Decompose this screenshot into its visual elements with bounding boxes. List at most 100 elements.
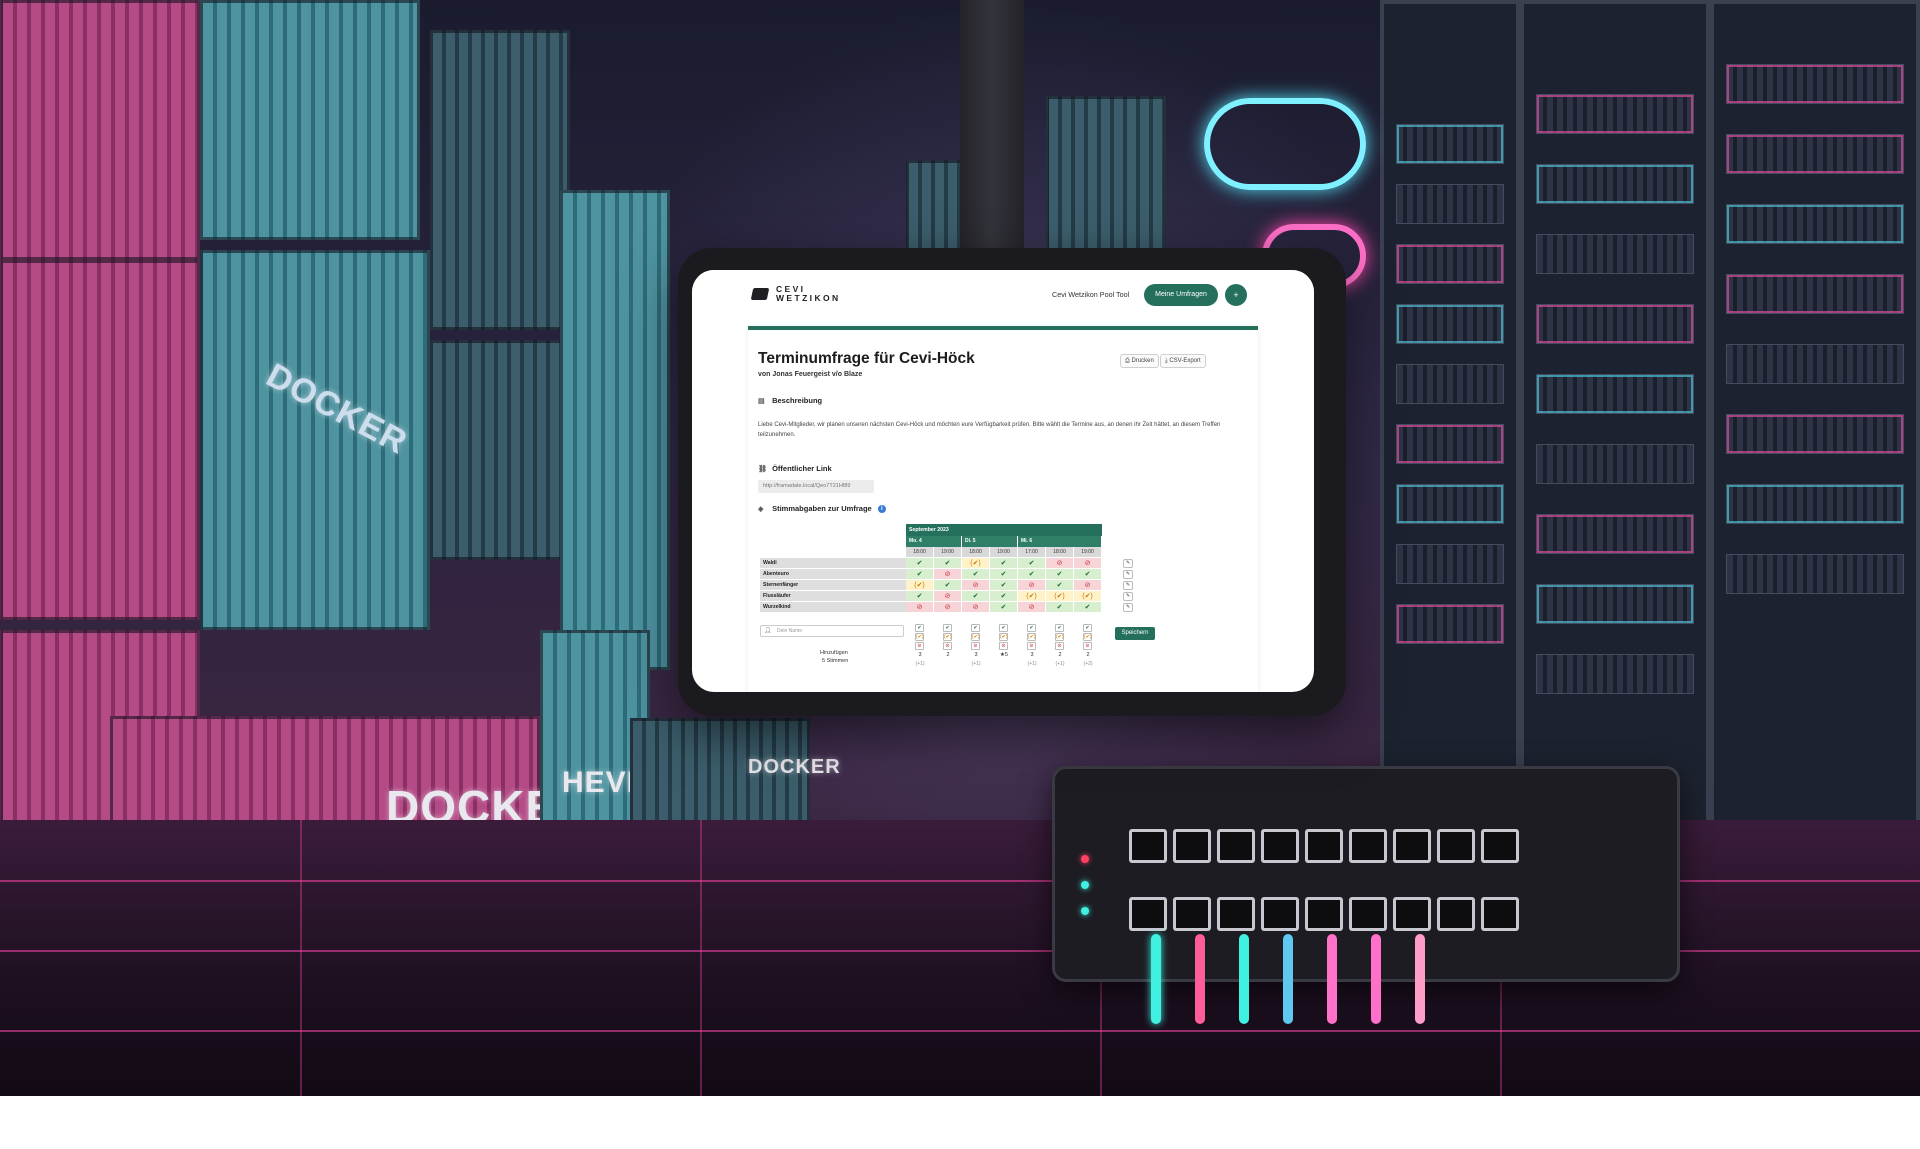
vote-cell-yes: ✔ [1018, 558, 1046, 569]
day-header: Mi. 6 [1018, 536, 1102, 547]
server-unit [1726, 274, 1904, 314]
vote-maybe-option[interactable]: (✔) [1027, 633, 1036, 641]
total-count: ★5 [1000, 652, 1008, 658]
vote-yes-option[interactable]: ✔ [1083, 624, 1092, 632]
vote-maybe-option[interactable]: (✔) [943, 633, 952, 641]
info-icon[interactable]: i [877, 505, 886, 513]
server-unit [1396, 304, 1504, 344]
edit-vote-button[interactable]: ✎ [1123, 592, 1133, 601]
public-link-heading: ⛓ Öffentlicher Link [758, 464, 832, 473]
total-count: 3 [1030, 652, 1034, 658]
vote-cell-no: ⊘ [934, 591, 962, 602]
ethernet-port [1349, 829, 1387, 863]
vote-cell-no: ⊘ [1046, 558, 1074, 569]
total-maybe-count: (+1) [1027, 661, 1037, 667]
edit-vote-button[interactable]: ✎ [1123, 581, 1133, 590]
vote-cell-yes: ✔ [990, 569, 1018, 580]
name-input[interactable]: 👤︎ Dein Name [760, 625, 904, 637]
container-stack [0, 260, 200, 620]
vote-yes-option[interactable]: ✔ [999, 624, 1008, 632]
vote-no-option[interactable]: ⊘ [1027, 642, 1036, 650]
new-poll-button[interactable]: + [1225, 284, 1247, 306]
nav-pool-tool-link[interactable]: Cevi Wetzikon Pool Tool [1052, 290, 1129, 299]
vote-yes-option[interactable]: ✔ [943, 624, 952, 632]
ethernet-port [1349, 897, 1387, 931]
ethernet-port [1437, 897, 1475, 931]
poll-author: von Jonas Feuergeist v/o Blaze [758, 371, 863, 378]
network-cable [1283, 934, 1293, 1024]
ethernet-port [1129, 897, 1167, 931]
brand-text: CEVI WETZIKON [776, 284, 841, 303]
server-unit [1726, 414, 1904, 454]
day-header: Mo. 4 [906, 536, 962, 547]
brand-logo[interactable]: CEVI WETZIKON [750, 284, 841, 304]
server-unit [1396, 604, 1504, 644]
vote-cell-yes: ✔ [1074, 569, 1102, 580]
vote-no-option[interactable]: ⊘ [1083, 642, 1092, 650]
server-unit [1726, 134, 1904, 174]
container-stack [200, 0, 420, 240]
vote-no-option[interactable]: ⊘ [943, 642, 952, 650]
poll-description: Liebe Cevi-Mitglieder, wir planen unsere… [758, 422, 1221, 438]
vote-no-option[interactable]: ⊘ [915, 642, 924, 650]
server-unit [1536, 304, 1694, 344]
vote-yes-option[interactable]: ✔ [971, 624, 980, 632]
network-cable [1415, 934, 1425, 1024]
ethernet-port [1393, 897, 1431, 931]
vote-cell-yes: ✔ [1046, 580, 1074, 591]
server-unit [1396, 424, 1504, 464]
server-unit [1396, 544, 1504, 584]
tablet-frame: CEVI WETZIKON Cevi Wetzikon Pool Tool Me… [678, 248, 1346, 716]
container-label: DOCKER [748, 756, 841, 778]
vote-cell-no: ⊘ [962, 602, 990, 613]
document-icon: ▤ [758, 398, 765, 405]
ethernet-port [1261, 829, 1299, 863]
edit-vote-button[interactable]: ✎ [1123, 603, 1133, 612]
vote-cell-maybe: (✔) [1074, 591, 1102, 602]
vote-option-group: ✔ (✔) ⊘ [1027, 624, 1039, 651]
vote-yes-option[interactable]: ✔ [915, 624, 924, 632]
vote-cell-no: ⊘ [1018, 580, 1046, 591]
vote-no-option[interactable]: ⊘ [999, 642, 1008, 650]
network-cable [1327, 934, 1337, 1024]
edit-vote-button[interactable]: ✎ [1123, 570, 1133, 579]
edit-vote-button[interactable]: ✎ [1123, 559, 1133, 568]
print-button[interactable]: ⎙ Drucken [1120, 354, 1159, 368]
total-count: 2 [1058, 652, 1062, 658]
public-link-field[interactable]: http://framadate.local/Qeo7T21Hf89 [758, 480, 874, 493]
total-maybe-count: (+1) [971, 661, 981, 667]
ethernet-port [1305, 897, 1343, 931]
csv-export-button[interactable]: ⤓ CSV-Export [1160, 354, 1206, 368]
server-unit [1396, 124, 1504, 164]
server-unit [1536, 514, 1694, 554]
server-unit [1726, 344, 1904, 384]
vote-cell-yes: ✔ [990, 591, 1018, 602]
vote-no-option[interactable]: ⊘ [1055, 642, 1064, 650]
vote-yes-option[interactable]: ✔ [1055, 624, 1064, 632]
vote-maybe-option[interactable]: (✔) [971, 633, 980, 641]
vote-maybe-option[interactable]: (✔) [1055, 633, 1064, 641]
vote-cell-yes: ✔ [1018, 569, 1046, 580]
ethernet-port [1217, 829, 1255, 863]
participant-name: Flussläufer [760, 591, 906, 602]
my-polls-button[interactable]: Meine Umfragen [1144, 284, 1218, 306]
server-unit [1396, 484, 1504, 524]
month-header: September 2023 [906, 524, 1102, 536]
save-button[interactable]: Speichern [1115, 627, 1155, 640]
add-label: Hinzufügen [820, 650, 848, 656]
vote-cell-yes: ✔ [1046, 602, 1074, 613]
votes-count-label: 5 Stimmen [822, 658, 849, 664]
vote-maybe-option[interactable]: (✔) [1083, 633, 1092, 641]
time-header: 19:00 [934, 547, 962, 557]
vote-maybe-option[interactable]: (✔) [999, 633, 1008, 641]
vote-yes-option[interactable]: ✔ [1027, 624, 1036, 632]
container-stack [430, 340, 570, 560]
ethernet-port [1481, 829, 1519, 863]
vote-no-option[interactable]: ⊘ [971, 642, 980, 650]
server-unit [1536, 584, 1694, 624]
printer-icon: ⎙ [1125, 358, 1130, 364]
tablet-screen: CEVI WETZIKON Cevi Wetzikon Pool Tool Me… [692, 270, 1314, 692]
server-unit [1396, 364, 1504, 404]
vote-cell-yes: ✔ [1074, 602, 1102, 613]
vote-maybe-option[interactable]: (✔) [915, 633, 924, 641]
